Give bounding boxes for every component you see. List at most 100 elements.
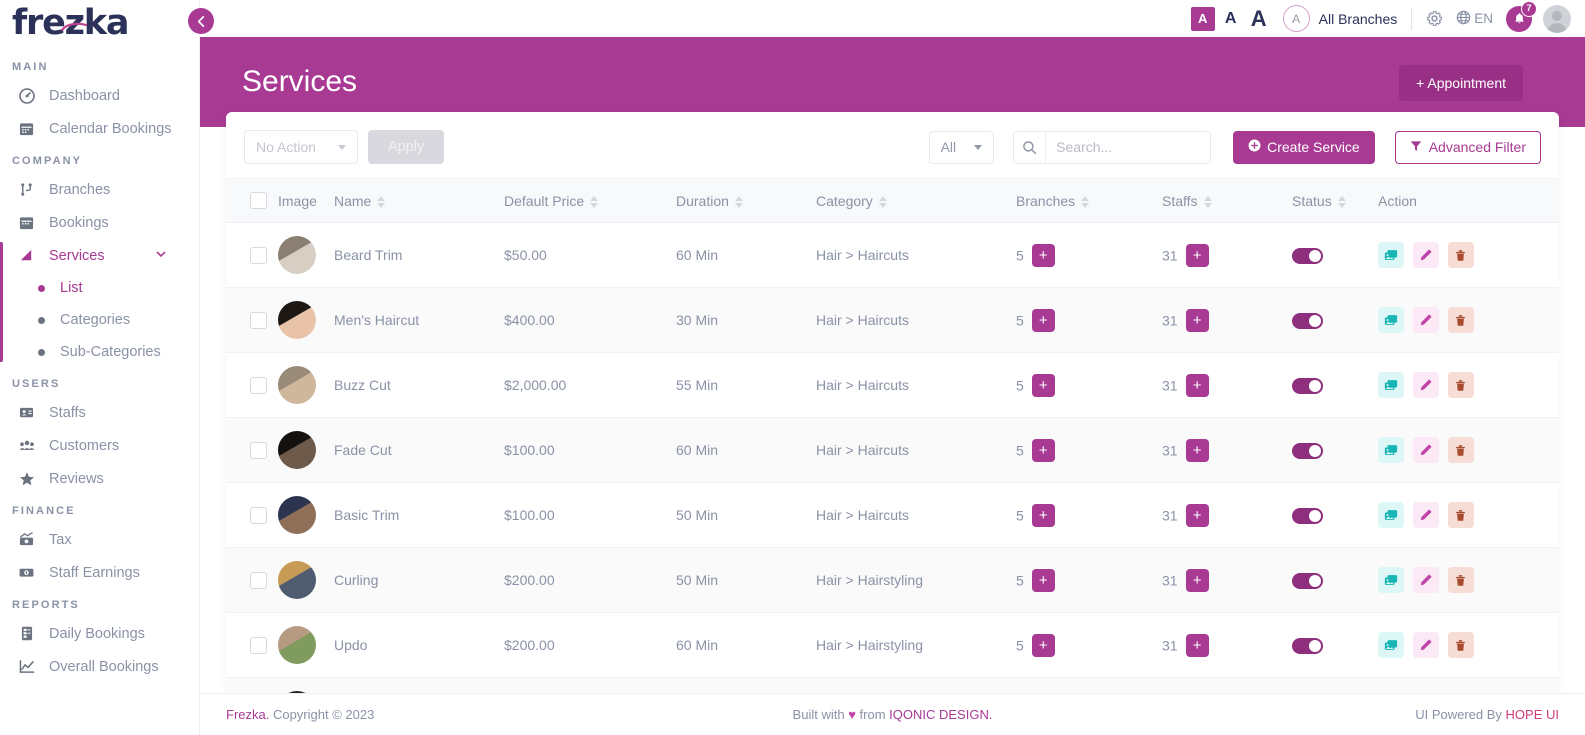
footer-hopeui-link[interactable]: HOPE UI: [1506, 707, 1559, 722]
add-staff-button[interactable]: +: [1185, 308, 1209, 332]
pencil-icon[interactable]: [1412, 502, 1439, 528]
sort-icon[interactable]: [590, 195, 599, 208]
row-checkbox[interactable]: [250, 441, 267, 459]
table-row[interactable]: Beard Trim $50.00 60 Min Hair > Haircuts…: [226, 222, 1559, 288]
status-toggle[interactable]: [1292, 572, 1323, 589]
add-staff-button[interactable]: +: [1185, 503, 1209, 527]
pencil-icon[interactable]: [1412, 632, 1439, 658]
branch-selector[interactable]: All Branches: [1319, 11, 1398, 27]
col-duration[interactable]: Duration: [676, 178, 816, 223]
trash-icon[interactable]: [1447, 632, 1474, 658]
status-toggle[interactable]: [1292, 637, 1323, 654]
sidebar-item-services[interactable]: Services: [0, 239, 199, 272]
sidebar-item-list[interactable]: List: [0, 272, 199, 304]
sidebar-item-categories[interactable]: Categories: [0, 304, 199, 336]
gallery-icon[interactable]: [1378, 372, 1404, 398]
sidebar-item-sub-categories[interactable]: Sub-Categories: [0, 336, 199, 368]
language-selector[interactable]: EN: [1456, 10, 1493, 28]
sidebar-item-dashboard[interactable]: Dashboard: [0, 79, 199, 112]
add-appointment-button[interactable]: + Appointment: [1399, 65, 1523, 101]
search-icon[interactable]: [1014, 131, 1047, 163]
add-branch-button[interactable]: +: [1031, 308, 1055, 332]
sidebar-item-staffs[interactable]: Staffs: [0, 396, 199, 429]
gallery-icon[interactable]: [1378, 307, 1404, 333]
sidebar-item-branches[interactable]: Branches: [0, 173, 199, 206]
footer-iqonic-link[interactable]: IQONIC DESIGN.: [889, 707, 992, 722]
table-row[interactable]: Curling $200.00 50 Min Hair > Hairstylin…: [226, 547, 1559, 613]
advanced-filter-button[interactable]: Advanced Filter: [1394, 130, 1541, 164]
col-status[interactable]: Status: [1292, 178, 1378, 223]
trash-icon[interactable]: [1447, 567, 1474, 593]
gallery-icon[interactable]: [1378, 502, 1404, 528]
add-staff-button[interactable]: +: [1185, 633, 1209, 657]
add-staff-button[interactable]: +: [1185, 438, 1209, 462]
pencil-icon[interactable]: [1412, 372, 1439, 398]
gallery-icon[interactable]: [1378, 567, 1404, 593]
pencil-icon[interactable]: [1412, 567, 1439, 593]
sidebar-item-bookings[interactable]: Bookings: [0, 206, 199, 239]
filter-select[interactable]: All: [928, 130, 995, 164]
sort-icon[interactable]: [878, 195, 887, 208]
row-checkbox[interactable]: [250, 506, 267, 524]
font-size-medium-button[interactable]: A: [1219, 7, 1243, 31]
col-default-price[interactable]: Default Price: [504, 178, 676, 223]
sidebar-item-overall-bookings[interactable]: Overall Bookings: [0, 650, 199, 683]
sort-icon[interactable]: [734, 195, 743, 208]
trash-icon[interactable]: [1447, 242, 1474, 268]
sidebar-item-calendar-bookings[interactable]: Calendar Bookings: [0, 112, 199, 145]
branch-avatar[interactable]: A: [1282, 5, 1310, 32]
sidebar-item-staff-earnings[interactable]: Staff Earnings: [0, 556, 199, 589]
user-avatar[interactable]: [1543, 4, 1571, 33]
row-checkbox[interactable]: [250, 376, 267, 394]
logo[interactable]: frezka: [0, 0, 199, 47]
pencil-icon[interactable]: [1412, 242, 1439, 268]
table-row[interactable]: Buzz Cut $2,000.00 55 Min Hair > Haircut…: [226, 352, 1559, 418]
trash-icon[interactable]: [1447, 437, 1474, 463]
trash-icon[interactable]: [1447, 502, 1474, 528]
add-branch-button[interactable]: +: [1031, 438, 1055, 462]
search-input[interactable]: [1046, 131, 1211, 163]
sidebar-item-reviews[interactable]: Reviews: [0, 462, 199, 495]
col-name[interactable]: Name: [334, 178, 504, 223]
col-category[interactable]: Category: [816, 178, 1016, 223]
row-checkbox[interactable]: [250, 246, 267, 264]
add-staff-button[interactable]: +: [1185, 568, 1209, 592]
gallery-icon[interactable]: [1378, 242, 1404, 268]
status-toggle[interactable]: [1292, 507, 1323, 524]
footer-brand-link[interactable]: Frezka.: [226, 707, 269, 722]
table-row[interactable]: Basic Trim $100.00 50 Min Hair > Haircut…: [226, 482, 1559, 548]
sidebar-toggle-back-button[interactable]: [188, 8, 214, 34]
add-staff-button[interactable]: +: [1185, 373, 1209, 397]
pencil-icon[interactable]: [1412, 307, 1439, 333]
sort-icon[interactable]: [1337, 195, 1346, 208]
status-toggle[interactable]: [1292, 377, 1323, 394]
gallery-icon[interactable]: [1378, 437, 1404, 463]
apply-button[interactable]: Apply: [367, 130, 445, 164]
sort-icon[interactable]: [377, 195, 386, 208]
gear-icon[interactable]: [1426, 10, 1443, 27]
trash-icon[interactable]: [1447, 372, 1474, 398]
table-row[interactable]: Updo $200.00 60 Min Hair > Hairstyling 5…: [226, 612, 1559, 678]
add-branch-button[interactable]: +: [1031, 503, 1055, 527]
row-checkbox[interactable]: [250, 571, 267, 589]
bulk-action-select[interactable]: No Action: [244, 130, 358, 164]
sidebar-item-customers[interactable]: Customers: [0, 429, 199, 462]
notifications-button[interactable]: 7: [1506, 0, 1537, 32]
add-staff-button[interactable]: +: [1185, 243, 1209, 267]
chevron-down-icon[interactable]: [155, 248, 167, 264]
trash-icon[interactable]: [1447, 307, 1474, 333]
row-checkbox[interactable]: [250, 311, 267, 329]
add-branch-button[interactable]: +: [1031, 633, 1055, 657]
sidebar-item-daily-bookings[interactable]: Daily Bookings: [0, 617, 199, 650]
status-toggle[interactable]: [1292, 247, 1323, 264]
table-row[interactable]: [226, 677, 1559, 693]
add-branch-button[interactable]: +: [1031, 373, 1055, 397]
sort-icon[interactable]: [1203, 195, 1212, 208]
select-all-checkbox[interactable]: [250, 192, 267, 209]
table-row[interactable]: Men's Haircut $400.00 30 Min Hair > Hair…: [226, 287, 1559, 353]
table-row[interactable]: Fade Cut $100.00 60 Min Hair > Haircuts …: [226, 417, 1559, 483]
status-toggle[interactable]: [1292, 442, 1323, 459]
create-service-button[interactable]: Create Service: [1233, 130, 1375, 164]
font-size-large-button[interactable]: A: [1247, 6, 1271, 31]
font-size-small-button[interactable]: A: [1190, 6, 1215, 31]
